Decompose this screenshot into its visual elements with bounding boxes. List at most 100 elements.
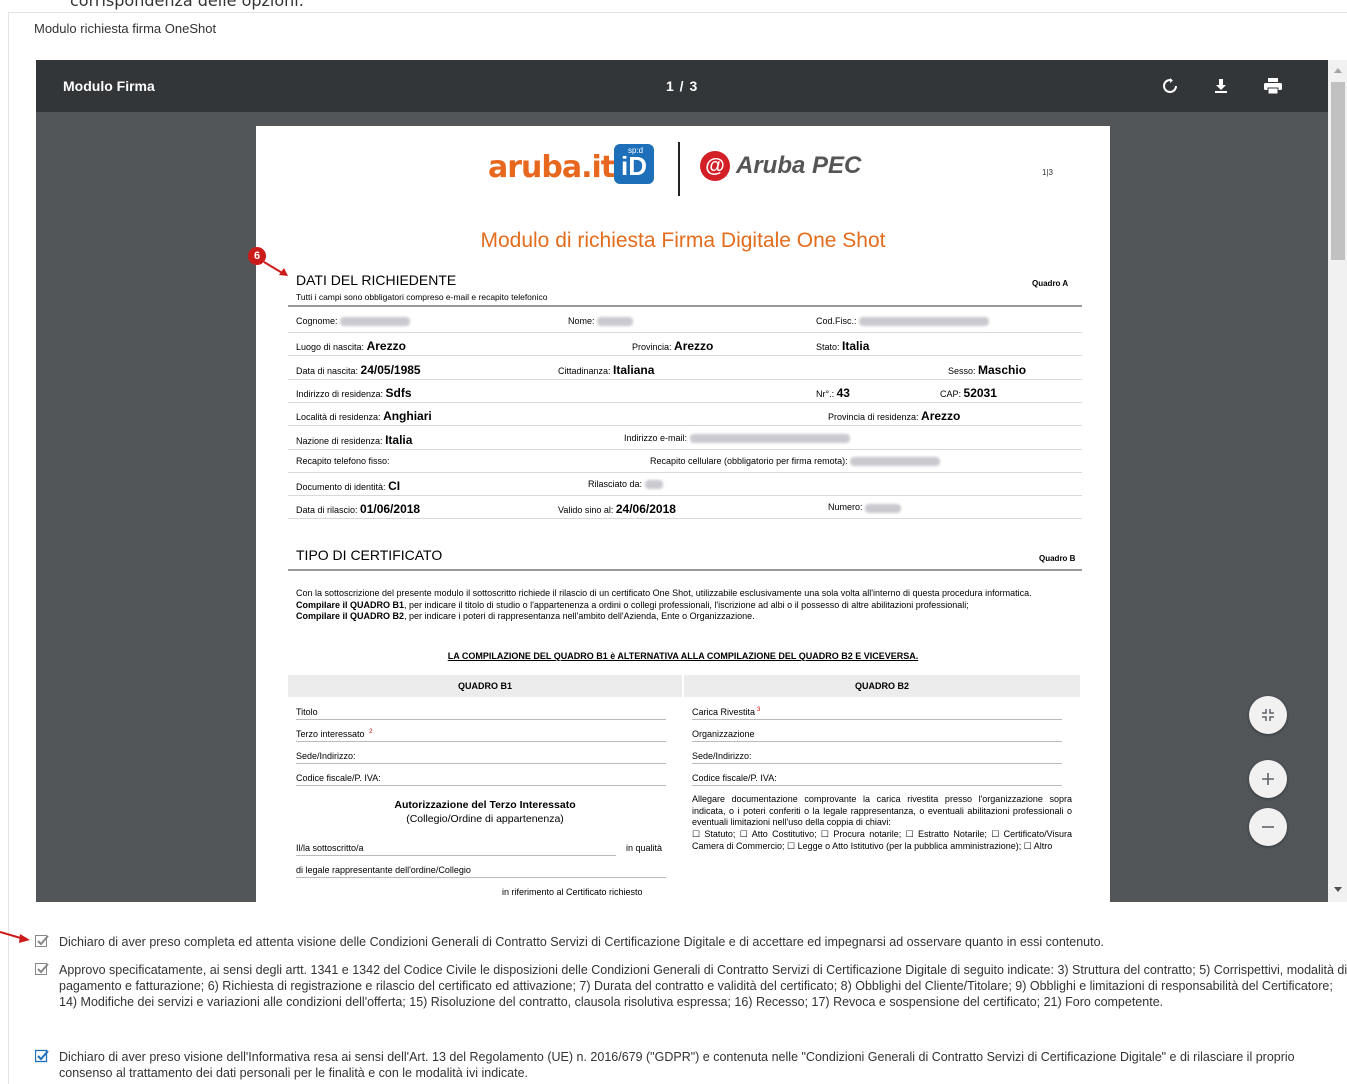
checkbox-checked-icon[interactable] — [35, 962, 49, 976]
cell-label: Provincia di residenza: — [828, 412, 922, 423]
b1-field-terzo[interactable]: Terzo interessato 2 — [296, 729, 666, 742]
clipped-instruction-text: corrispondenza delle opzioni. — [70, 0, 304, 10]
field-label: Codice fiscale/P. IVA: — [692, 773, 779, 783]
pdf-title: Modulo Firma — [63, 78, 155, 94]
divider — [288, 305, 1082, 307]
redacted-value — [865, 503, 902, 513]
table-cell: Cod.Fisc.: — [816, 316, 990, 327]
cell-value: Italia — [385, 432, 413, 447]
table-cell: Nome: — [568, 316, 634, 327]
field-label: in qualità — [626, 843, 663, 853]
aruba-logo: aruba.it — [488, 150, 615, 185]
cell-label: Nr°.: — [816, 388, 837, 399]
table-cell: Indirizzo di residenza: Sdfs — [296, 386, 412, 400]
cell-value: Anghiari — [383, 409, 432, 424]
table-row: Cognome: Nome: Cod.Fisc.: — [288, 309, 1082, 333]
para-bold: Compilare il QUADRO B1 — [296, 599, 405, 610]
b1-line-sottoscritto[interactable]: Il/la sottoscritto/a — [296, 843, 616, 856]
table-cell: Stato: Italia — [816, 339, 869, 353]
table-cell: Provincia: Arezzo — [632, 339, 713, 353]
b2-attachments-text: Allegare documentazione comprovante la c… — [692, 794, 1072, 827]
table-row: Recapito telefono fisso: Recapito cellul… — [288, 449, 1082, 473]
divider — [288, 569, 1082, 571]
zoom-out-icon[interactable] — [1249, 808, 1287, 846]
table-cell: Data di rilascio: 01/06/2018 — [296, 502, 420, 516]
table-cell: Provincia di residenza: Arezzo — [828, 409, 960, 423]
cell-value: Sdfs — [385, 385, 412, 400]
redacted-value — [850, 456, 941, 466]
cell-label: Documento di identità: — [296, 482, 389, 493]
download-icon[interactable] — [1209, 74, 1233, 98]
field-label-text: Carica Rivestita — [692, 707, 758, 717]
cell-label: Valido sino al: — [558, 505, 616, 516]
zoom-in-icon[interactable] — [1249, 760, 1287, 798]
table-cell: Cittadinanza: Italiana — [558, 363, 654, 377]
cell-label: Rilasciato da: — [588, 479, 645, 490]
cell-value: Italiana — [613, 362, 655, 377]
table-cell: Recapito telefono fisso: — [296, 456, 390, 466]
checkbox-checked-icon[interactable] — [35, 1049, 49, 1063]
cell-value: Maschio — [978, 362, 1027, 377]
aruba-pec-logo: Aruba PEC — [736, 152, 862, 179]
b2-attachment-options[interactable]: ☐ Statuto; ☐ Atto Costitutivo; ☐ Procura… — [692, 829, 1072, 852]
table-cell: Indirizzo e-mail: — [624, 433, 850, 443]
fit-page-icon[interactable] — [1249, 696, 1287, 734]
table-cell: Numero: — [828, 502, 902, 513]
logo-divider — [678, 142, 680, 196]
table-cell: Cognome: — [296, 316, 411, 327]
print-icon[interactable] — [1261, 74, 1285, 98]
table-row: Data di rilascio: 01/06/2018 Valido sino … — [288, 495, 1082, 520]
cell-value: 24/05/1985 — [360, 362, 421, 377]
section-b-title: TIPO DI CERTIFICATO — [296, 547, 443, 563]
cell-value: 24/06/2018 — [615, 502, 676, 517]
footnote-marker: 3 — [757, 707, 761, 713]
doc-title: Modulo di richiesta Firma Digitale One S… — [480, 229, 886, 252]
quadro-a-label: Quadro A — [1032, 279, 1069, 288]
redacted-value — [689, 433, 850, 443]
cell-label: Recapito telefono fisso: — [296, 455, 390, 466]
redacted-value — [597, 317, 634, 327]
cell-value: 43 — [836, 385, 850, 400]
checkbox-checked-icon[interactable] — [35, 934, 49, 948]
cell-value: Arezzo — [921, 409, 961, 424]
field-label: Il/la sottoscritto/a — [296, 843, 366, 853]
table-cell: CAP: 52031 — [940, 386, 997, 400]
cell-label: Numero: — [828, 502, 866, 513]
table-cell: Località di residenza: Anghiari — [296, 409, 432, 423]
cell-value: Arezzo — [674, 339, 714, 354]
alternative-notice: LA COMPILAZIONE DEL QUADRO B1 è ALTERNAT… — [447, 651, 919, 661]
auth-title: Autorizzazione del Terzo Interessato — [394, 799, 576, 811]
cell-label: Nome: — [568, 316, 598, 326]
scroll-up-arrow-icon[interactable] — [1334, 68, 1342, 73]
pdf-page: aruba.it iD sp:d @ Aruba PEC 1|3 Modulo … — [248, 126, 1110, 902]
quadro-b-label: Quadro B — [1039, 554, 1076, 563]
scroll-down-arrow-icon[interactable] — [1334, 887, 1342, 892]
cell-label: Provincia: — [632, 342, 675, 353]
b1-field-sede[interactable]: Sede/Indirizzo: — [296, 751, 666, 764]
para-bold: Compilare il QUADRO B2 — [296, 611, 405, 621]
cell-label: Data di rilascio: — [296, 505, 361, 516]
b1-field-titolo[interactable]: Titolo — [296, 707, 666, 720]
cell-label: Recapito cellulare (obbligatorio per fir… — [650, 455, 851, 466]
b1-line-rappresentante[interactable]: di legale rappresentante dell'ordine/Col… — [296, 865, 666, 878]
table-cell: Nazione di residenza: Italia — [296, 433, 412, 447]
quadro-b2: QUADRO B2 Carica Rivestita 3 Organizzazio… — [684, 675, 1080, 902]
field-label: Sede/Indirizzo: — [296, 751, 358, 761]
table-row: Località di residenza: Anghiari Provincia… — [288, 402, 1082, 427]
cell-label: Cod.Fisc.: — [816, 316, 860, 326]
b2-field-sede[interactable]: Sede/Indirizzo: — [692, 751, 1062, 764]
b2-field-cf[interactable]: Codice fiscale/P. IVA: — [692, 773, 1062, 786]
b2-field-carica[interactable]: Carica Rivestita 3 — [692, 707, 1062, 720]
para-text: , per indicare il titolo di studio o l'a… — [404, 599, 969, 610]
quadro-b1-header: QUADRO B1 — [288, 675, 682, 697]
scroll-thumb[interactable] — [1331, 82, 1345, 260]
field-label-text: Terzo interessato — [296, 729, 367, 739]
rotate-icon[interactable] — [1158, 74, 1182, 98]
b2-field-organizzazione[interactable]: Organizzazione — [692, 729, 1062, 742]
viewer-scrollbar[interactable] — [1328, 60, 1347, 902]
b1-field-cf[interactable]: Codice fiscale/P. IVA: — [296, 773, 666, 786]
checkbox-label: Dichiaro di aver preso visione dell'Info… — [59, 1050, 1295, 1080]
section-a-subtitle: Tutti i campi sono obbligatori compreso … — [296, 292, 548, 302]
field-label: di legale rappresentante dell'ordine/Col… — [296, 865, 473, 875]
field-label: in riferimento al Certificato richiesto — [502, 887, 643, 897]
